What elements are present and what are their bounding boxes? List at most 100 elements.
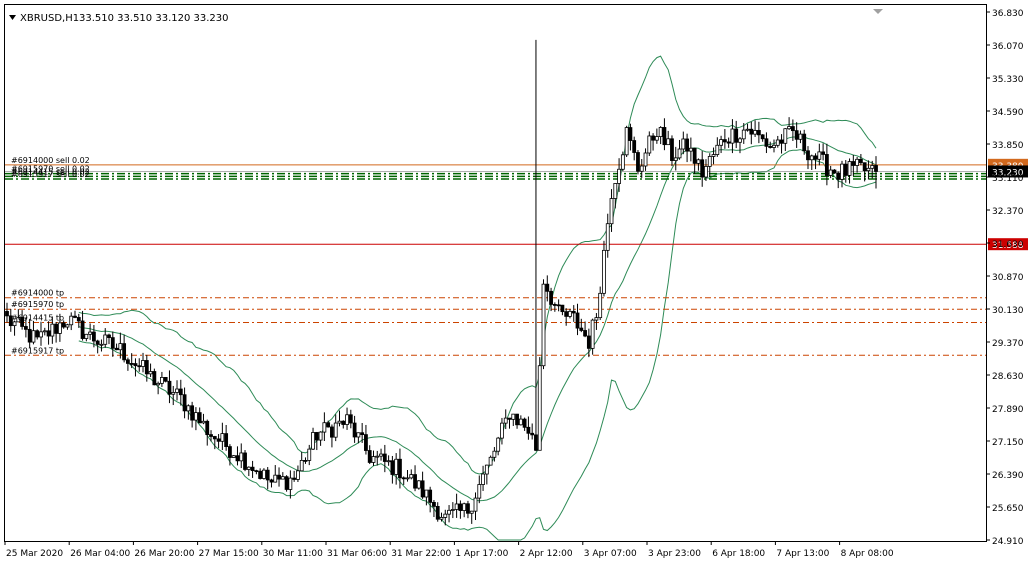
y-tick-label: 32.370 [992,207,1024,217]
bull-candle-body [715,144,720,155]
bull-candle-body [57,322,62,334]
bull-candle-body [654,136,659,141]
bull-candle-body [454,503,459,510]
bear-candle-body [549,290,553,305]
candle [284,475,289,492]
bear-candle-body [794,130,799,140]
bear-candle-body [571,310,576,314]
bear-candle-body [821,151,826,155]
bear-candle-body [390,460,395,475]
bull-candle-body [443,513,448,518]
bear-candle-body [628,127,633,141]
y-tick-label: 31.630 [992,240,1024,250]
bull-candle-body [409,474,414,479]
bull-candle-body [239,452,244,462]
bear-candle-body [254,470,259,473]
bull-candle-body [711,154,716,157]
x-tick-label: 6 Apr 18:00 [712,549,765,559]
bull-candle-body [322,422,327,433]
bull-candle-body [775,139,780,146]
bull-candle-body [439,517,444,520]
bear-candle-body [851,161,856,166]
bear-candle-body [552,304,557,306]
bear-candle-body [182,394,187,412]
y-tick-label: 36.070 [992,42,1024,52]
bull-candle-body [160,377,164,384]
bear-candle-body [583,330,587,337]
y-tick-label: 36.830 [992,9,1024,19]
order-line-label: #6914000 tp [11,289,64,298]
bear-candle-body [292,477,297,480]
bear-candle-body [556,304,561,307]
bear-candle-body [303,460,308,462]
bull-candle-body [598,292,603,319]
bear-candle-body [126,359,130,364]
bear-candle-body [110,337,115,349]
bull-candle-body [541,283,546,367]
bear-candle-body [80,320,85,339]
bull-candle-body [696,159,701,164]
y-tick-label: 25.650 [992,504,1024,514]
bull-candle-body [617,168,621,184]
candle [152,368,157,386]
bull-candle-body [386,460,391,463]
bull-candle-body [605,223,610,251]
bull-candle-body [590,319,595,349]
bear-candle-body [507,417,512,420]
bear-candle-body [806,150,810,161]
bear-candle-body [382,453,387,462]
bull-candle-body [69,315,74,326]
bear-candle-body [190,405,195,421]
bear-candle-body [526,426,531,434]
bull-candle-body [337,420,342,424]
bull-candle-body [488,456,493,466]
bear-candle-body [726,141,731,144]
bear-candle-body [670,138,674,161]
x-tick-label: 3 Apr 23:00 [648,549,701,559]
bull-candle-body [280,476,285,480]
bull-candle-body [503,417,508,424]
bull-candle-body [50,323,55,337]
bull-candle-body [647,135,652,154]
bull-candle-body [481,473,485,485]
bull-candle-body [613,183,618,199]
order-line-label: #6914000 sell 0.02 [11,156,90,165]
candle [163,377,168,383]
bear-candle-body [330,426,334,438]
bear-candle-body [341,420,346,425]
bear-candle-body [428,489,433,503]
order-line-label: #6915917 sell 0.02 [11,170,90,179]
bear-candle-body [515,413,519,426]
bear-candle-body [813,155,818,160]
x-tick-label: 30 Mar 11:00 [263,549,323,559]
bear-candle-body [534,434,538,451]
bear-candle-body [178,388,183,396]
bear-candle-body [228,446,232,458]
bull-candle-body [772,144,776,148]
bull-candle-body [681,138,686,150]
bear-candle-body [435,505,440,520]
bear-candle-body [133,363,138,367]
bull-candle-body [288,477,293,490]
y-tick-label: 30.130 [992,306,1024,316]
x-tick-label: 26 Mar 20:00 [134,549,194,559]
y-tick-label: 26.390 [992,471,1024,481]
bull-candle-body [602,249,606,294]
candle [541,279,546,370]
bear-candle-body [277,474,281,480]
x-tick-label: 1 Apr 17:00 [455,549,508,559]
candle [636,150,640,175]
bear-candle-body [651,135,655,141]
bear-candle-body [586,335,591,349]
y-tick-label: 30.870 [992,273,1024,283]
bull-candle-body [99,343,104,346]
bear-candle-body [265,469,270,481]
bull-candle-body [809,155,814,161]
bear-candle-body [560,304,565,313]
bear-candle-body [269,479,274,483]
candle [243,450,247,472]
bull-candle-body [738,138,742,143]
bear-candle-body [545,283,550,292]
bear-candle-body [420,480,425,498]
bear-candle-body [458,503,463,511]
